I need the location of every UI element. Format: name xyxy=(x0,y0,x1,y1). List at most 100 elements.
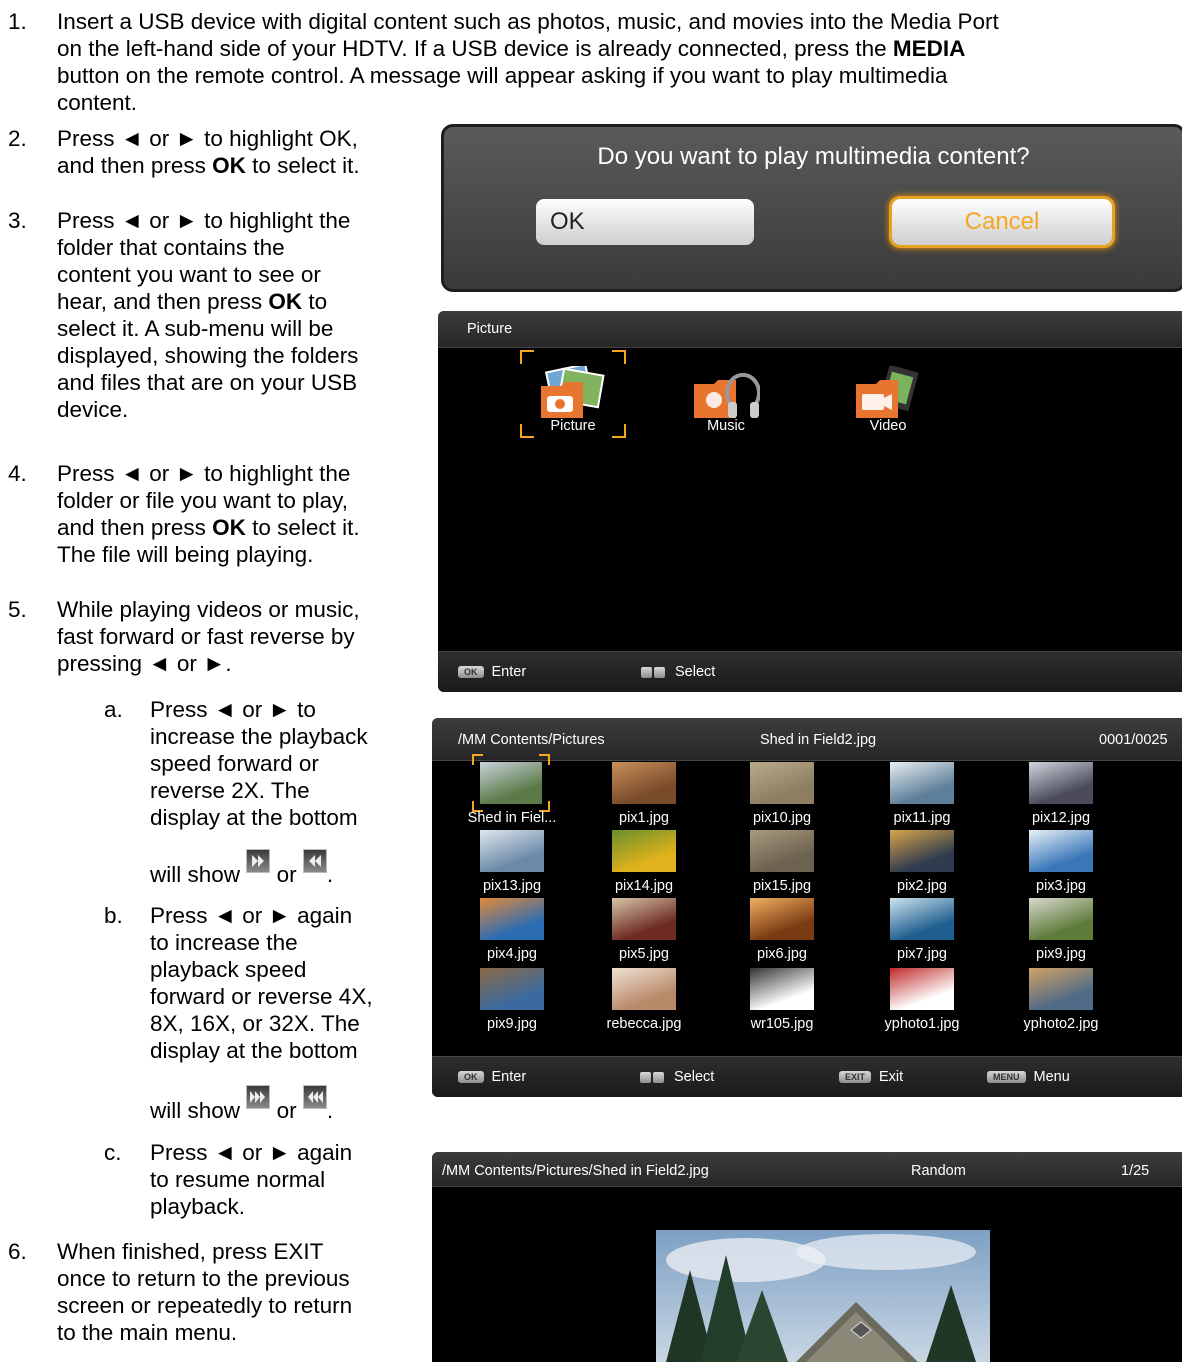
menu-item-label: Music xyxy=(707,418,745,434)
file-name-label: pix11.jpg xyxy=(893,810,951,826)
step-text: increase the playback xyxy=(150,724,368,749)
up-down-arrows-icon xyxy=(653,1071,664,1083)
step-text: content you want to see or xyxy=(57,262,321,287)
file-name-label: pix1.jpg xyxy=(619,810,669,826)
step-text: Press ◄ or ► again xyxy=(150,1140,353,1165)
step-text: pressing ◄ or ►. xyxy=(57,651,232,676)
step-text: will show or . xyxy=(150,1085,333,1124)
step-number: 2. xyxy=(8,126,27,151)
step-text: display at the bottom xyxy=(150,1038,358,1063)
step-text: While playing videos or music, xyxy=(57,597,360,622)
step-text: Press ◄ or ► to highlight the xyxy=(57,461,351,486)
file-name-label: pix4.jpg xyxy=(487,946,537,962)
step-text: hear, and then press OK to xyxy=(57,289,328,314)
viewer-header: /MM Contents/Pictures/Shed in Field2.jpg… xyxy=(432,1152,1182,1187)
menu-item-label: Picture xyxy=(550,418,596,434)
step-text: folder or file you want to play, xyxy=(57,488,348,513)
enter-hint: OK Enter xyxy=(458,1069,526,1085)
step-text: Press ◄ or ► again xyxy=(150,903,353,928)
picture-viewer-screen: /MM Contents/Pictures/Shed in Field2.jpg… xyxy=(432,1152,1182,1362)
step-text: content. xyxy=(57,90,138,115)
step-number: 3. xyxy=(8,208,27,233)
file-thumbnail[interactable] xyxy=(612,898,676,940)
step-text: and then press OK to select it. xyxy=(57,515,360,540)
media-menu-screen: Picture Picture Music Video OK Enter Sel… xyxy=(438,311,1182,692)
fast-forward-multi-icon xyxy=(246,1085,271,1109)
step-text: forward or reverse 4X, xyxy=(150,984,373,1009)
step-text: to the main menu. xyxy=(57,1320,238,1345)
up-down-arrows-icon xyxy=(654,666,665,678)
file-thumbnail[interactable] xyxy=(890,762,954,804)
menu-title: Picture xyxy=(467,321,513,337)
file-thumbnail[interactable] xyxy=(1029,762,1093,804)
rewind-multi-icon xyxy=(302,1085,327,1109)
left-right-arrows-icon xyxy=(640,1071,651,1083)
file-thumbnail[interactable] xyxy=(472,754,550,812)
file-thumbnail[interactable] xyxy=(750,762,814,804)
substep-letter: b. xyxy=(104,903,123,928)
dialog-question: Do you want to play multimedia content? xyxy=(597,143,1030,170)
step-text: button on the remote control. A message … xyxy=(57,63,948,88)
file-thumbnail[interactable] xyxy=(750,830,814,872)
file-thumbnail[interactable] xyxy=(1029,898,1093,940)
step-text: screen or repeatedly to return xyxy=(57,1293,353,1318)
viewer-mode: Random xyxy=(911,1163,966,1179)
step-text: reverse 2X. The xyxy=(150,778,310,803)
menu-item-video[interactable]: Video xyxy=(835,350,941,438)
file-thumbnail[interactable] xyxy=(750,968,814,1010)
menu-item-label: Video xyxy=(869,418,907,434)
file-thumbnail[interactable] xyxy=(890,898,954,940)
file-thumbnail[interactable] xyxy=(480,830,544,872)
file-name-label: pix13.jpg xyxy=(482,878,542,894)
file-name-label: pix6.jpg xyxy=(757,946,807,962)
file-thumbnail[interactable] xyxy=(890,968,954,1010)
step-text: Press ◄ or ► to xyxy=(150,697,316,722)
step-text: When finished, press EXIT xyxy=(57,1239,324,1264)
left-right-arrows-icon xyxy=(641,666,652,678)
file-name-label: Shed in Fiel... xyxy=(467,810,557,826)
file-thumbnail[interactable] xyxy=(480,968,544,1010)
step-text: and files that are on your USB xyxy=(57,370,358,395)
file-name-label: yphoto1.jpg xyxy=(884,1016,960,1032)
step-text: folder that contains the xyxy=(57,235,285,260)
step-number: 6. xyxy=(8,1239,27,1264)
step-text: playback speed xyxy=(150,957,307,982)
step-text: playback. xyxy=(150,1194,246,1219)
cancel-button[interactable]: Cancel xyxy=(892,199,1112,245)
selection-corner xyxy=(472,754,483,765)
enter-hint: OK Enter xyxy=(458,664,526,680)
step-text: select it. A sub-menu will be xyxy=(57,316,334,341)
exit-hint: EXIT Exit xyxy=(839,1069,903,1085)
step-text: displayed, showing the folders xyxy=(57,343,359,368)
step-number: 1. xyxy=(8,9,27,34)
file-thumbnail[interactable] xyxy=(612,762,676,804)
select-hint: Select xyxy=(640,1069,714,1085)
browser-count: 0001/0025 xyxy=(1099,732,1168,748)
play-multimedia-dialog: Do you want to play multimedia content? … xyxy=(441,124,1182,292)
file-name-label: pix9.jpg xyxy=(1036,946,1086,962)
ok-button[interactable]: OK xyxy=(536,199,754,245)
file-thumbnail[interactable] xyxy=(1029,968,1093,1010)
shed-in-field-photo xyxy=(656,1230,990,1362)
file-thumbnail[interactable] xyxy=(750,898,814,940)
file-name-label: yphoto2.jpg xyxy=(1023,1016,1099,1032)
file-thumbnail[interactable] xyxy=(890,830,954,872)
file-thumbnail[interactable] xyxy=(612,830,676,872)
file-name-label: pix5.jpg xyxy=(619,946,669,962)
step-text: to resume normal xyxy=(150,1167,326,1192)
step-text: to increase the xyxy=(150,930,298,955)
file-name-label: pix14.jpg xyxy=(614,878,674,894)
step-text: once to return to the previous xyxy=(57,1266,350,1291)
file-thumbnail[interactable] xyxy=(612,968,676,1010)
browser-current-file: Shed in Field2.jpg xyxy=(760,732,877,748)
selection-corner xyxy=(539,754,550,765)
file-name-label: wr105.jpg xyxy=(750,1016,814,1032)
menu-item-music[interactable]: Music xyxy=(673,350,779,438)
menu-item-picture[interactable]: Picture xyxy=(520,350,626,438)
menu-key-icon: MENU xyxy=(987,1071,1026,1084)
menu-footer: OK Enter Select xyxy=(438,651,1182,692)
file-thumbnail[interactable] xyxy=(1029,830,1093,872)
step-text: 8X, 16X, or 32X. The xyxy=(150,1011,360,1036)
file-name-label: pix3.jpg xyxy=(1036,878,1086,894)
file-thumbnail[interactable] xyxy=(480,898,544,940)
